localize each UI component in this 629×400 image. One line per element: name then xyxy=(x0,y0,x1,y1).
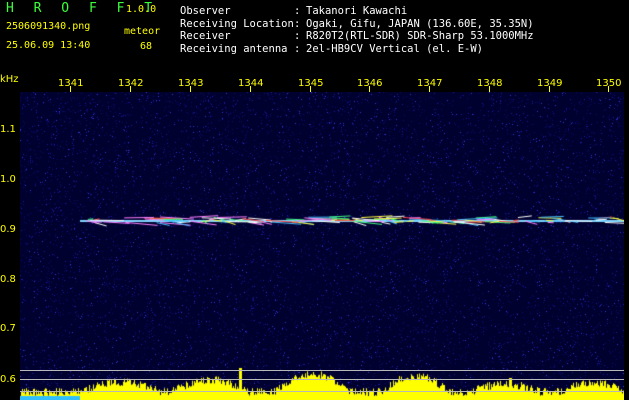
info-value: R820T2(RTL-SDR) SDR-Sharp 53.1000MHz xyxy=(306,30,534,42)
info-sep: : xyxy=(294,5,301,17)
reference-line xyxy=(20,379,624,380)
info-key: Receiving Location xyxy=(180,17,294,30)
reference-line xyxy=(20,370,624,371)
info-value: Ogaki, Gifu, JAPAN (136.60E, 35.35N) xyxy=(306,17,534,30)
reference-line xyxy=(20,391,624,392)
info-value: 2el-HB9CV Vertical (el. E-W) xyxy=(306,42,484,55)
y-unit-label: kHz xyxy=(0,74,19,85)
info-row-observer: Observer : Takanori Kawachi xyxy=(180,5,625,18)
spectrogram-plot xyxy=(20,92,624,400)
datetime: 25.06.09 13:40 xyxy=(6,40,91,51)
info-row-antenna: Receiving antenna : 2el-HB9CV Vertical (… xyxy=(180,43,625,56)
info-sep: : xyxy=(294,17,301,30)
y-tick-label: 1.1 xyxy=(0,124,16,135)
file-name: 2506091340.png xyxy=(6,21,91,32)
y-tick-label: 0.9 xyxy=(0,224,16,235)
y-tick-label: 1.0 xyxy=(0,174,16,185)
info-key: Receiving antenna xyxy=(180,42,288,55)
info-key: Observer xyxy=(180,5,231,17)
station-info: Observer : Takanori Kawachi Receiving Lo… xyxy=(180,5,625,55)
info-row-location: Receiving Location : Ogaki, Gifu, JAPAN … xyxy=(180,18,625,31)
y-tick-label: 0.7 xyxy=(0,323,16,334)
info-sep: : xyxy=(294,42,301,55)
info-value: Takanori Kawachi xyxy=(306,5,408,17)
meteor-label: meteor xyxy=(124,26,161,37)
spectrogram-canvas xyxy=(20,92,624,400)
header-panel: H R O F F T 1.0.0 2506091340.png 25.06.0… xyxy=(0,0,629,72)
info-row-receiver: Receiver : R820T2(RTL-SDR) SDR-Sharp 53.… xyxy=(180,30,625,43)
info-key: Receiver xyxy=(180,30,231,42)
info-sep: : xyxy=(294,30,301,42)
y-tick-label: 0.6 xyxy=(0,374,16,385)
y-tick-label: 0.8 xyxy=(0,274,16,285)
app-version: 1.0.0 xyxy=(126,4,157,15)
meteor-count: 68 xyxy=(140,41,153,52)
